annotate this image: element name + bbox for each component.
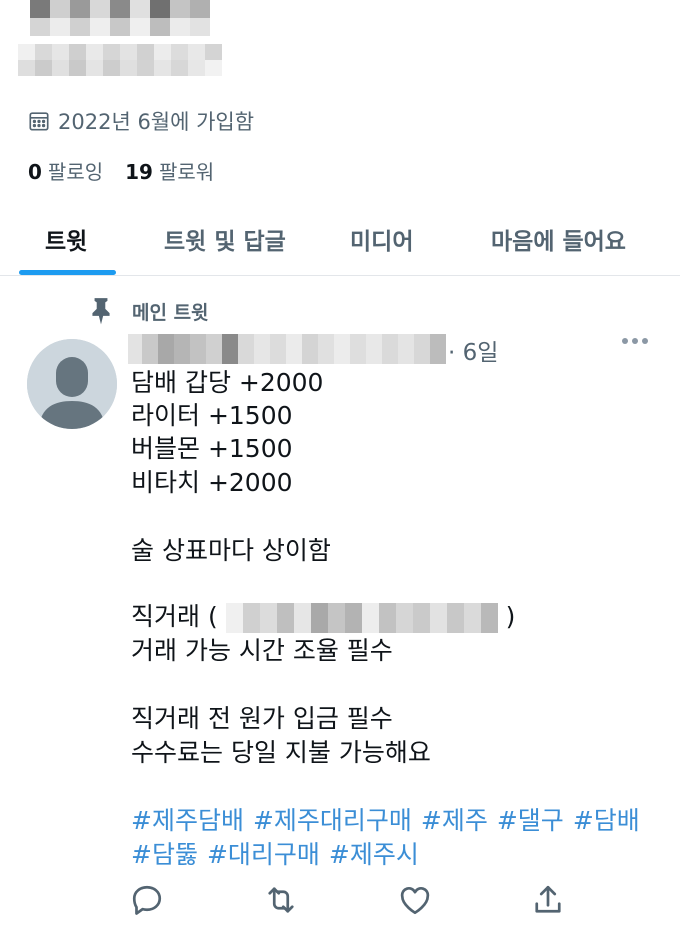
hashtag-link[interactable]: #제주	[421, 806, 488, 835]
tweet-line-direct-deal: 직거래 ( )	[131, 600, 515, 634]
retweet-button[interactable]	[263, 882, 299, 918]
share-icon	[535, 885, 561, 913]
hashtag-link[interactable]: #담배	[573, 806, 640, 835]
pinned-text: 메인 트윗	[132, 301, 209, 324]
avatar[interactable]	[27, 339, 117, 429]
tab-tweets[interactable]: 트윗	[45, 222, 87, 256]
blurred-location	[225, 603, 498, 633]
blurred-display-name	[30, 0, 210, 36]
followers-count: 19	[125, 160, 153, 184]
followers-label: 팔로워	[158, 160, 215, 184]
tab-media[interactable]: 미디어	[350, 222, 413, 256]
blurred-handle	[18, 44, 222, 76]
direct-deal-close: )	[505, 602, 516, 631]
reply-button[interactable]	[129, 882, 165, 918]
followers-link[interactable]: 19 팔로워	[125, 156, 214, 185]
join-date-text: 2022년 6월에 가입함	[58, 110, 255, 134]
profile-tabs: 트윗 트윗 및 답글 미디어 마음에 들어요	[0, 202, 680, 276]
active-tab-indicator	[19, 270, 116, 275]
like-button[interactable]	[397, 882, 433, 918]
calendar-icon	[29, 112, 49, 131]
hashtag-link[interactable]: #댈구	[497, 806, 564, 835]
blurred-tweet-author	[128, 334, 446, 364]
tweet-line: 비타치 +2000	[131, 468, 293, 497]
direct-deal-open: 직거래 (	[131, 602, 218, 631]
default-avatar-icon	[27, 339, 117, 429]
tweet-line: 직거래 전 원가 입금 필수	[131, 704, 393, 733]
more-icon[interactable]	[622, 338, 648, 344]
pin-icon	[92, 298, 110, 325]
tweet-line: 담배 갑당 +2000	[131, 368, 324, 397]
tweet-actions	[0, 882, 680, 922]
share-button[interactable]	[530, 882, 566, 918]
reply-icon	[132, 885, 162, 915]
hashtag-link[interactable]: #제주시	[329, 840, 419, 869]
hashtag-link[interactable]: #대리구매	[207, 840, 320, 869]
tweet-line: 거래 가능 시간 조율 필수	[131, 636, 393, 665]
more-dot	[632, 338, 638, 344]
tweet-line: 술 상표마다 상이함	[131, 536, 331, 565]
tweet-line: 라이터 +1500	[131, 401, 293, 430]
pinned-tweet-label: 메인 트윗	[88, 296, 209, 326]
tweet-line: 버블몬 +1500	[131, 434, 293, 463]
following-count: 0	[28, 160, 42, 184]
tweet-time[interactable]: · 6일	[448, 333, 498, 367]
more-dot	[622, 338, 628, 344]
hashtag-link[interactable]: #제주대리구매	[253, 806, 412, 835]
retweet-icon	[268, 887, 294, 913]
tab-tweets-and-replies[interactable]: 트윗 및 답글	[164, 222, 286, 256]
following-label: 팔로잉	[47, 160, 104, 184]
like-icon	[400, 887, 430, 915]
hashtag-link[interactable]: #담뚫	[131, 840, 198, 869]
following-link[interactable]: 0 팔로잉	[28, 156, 103, 185]
tweet-line: 수수료는 당일 지불 가능해요	[131, 738, 431, 767]
tab-likes[interactable]: 마음에 들어요	[491, 222, 626, 256]
join-date: 2022년 6월에 가입함	[28, 106, 254, 136]
hashtag-link[interactable]: #제주담배	[131, 806, 244, 835]
more-dot	[642, 338, 648, 344]
follow-stats: 0 팔로잉 19 팔로워	[28, 156, 214, 185]
hashtag-list: #제주담배 #제주대리구매 #제주 #댈구 #담배 #담뚫 #대리구매 #제주시	[131, 804, 651, 872]
